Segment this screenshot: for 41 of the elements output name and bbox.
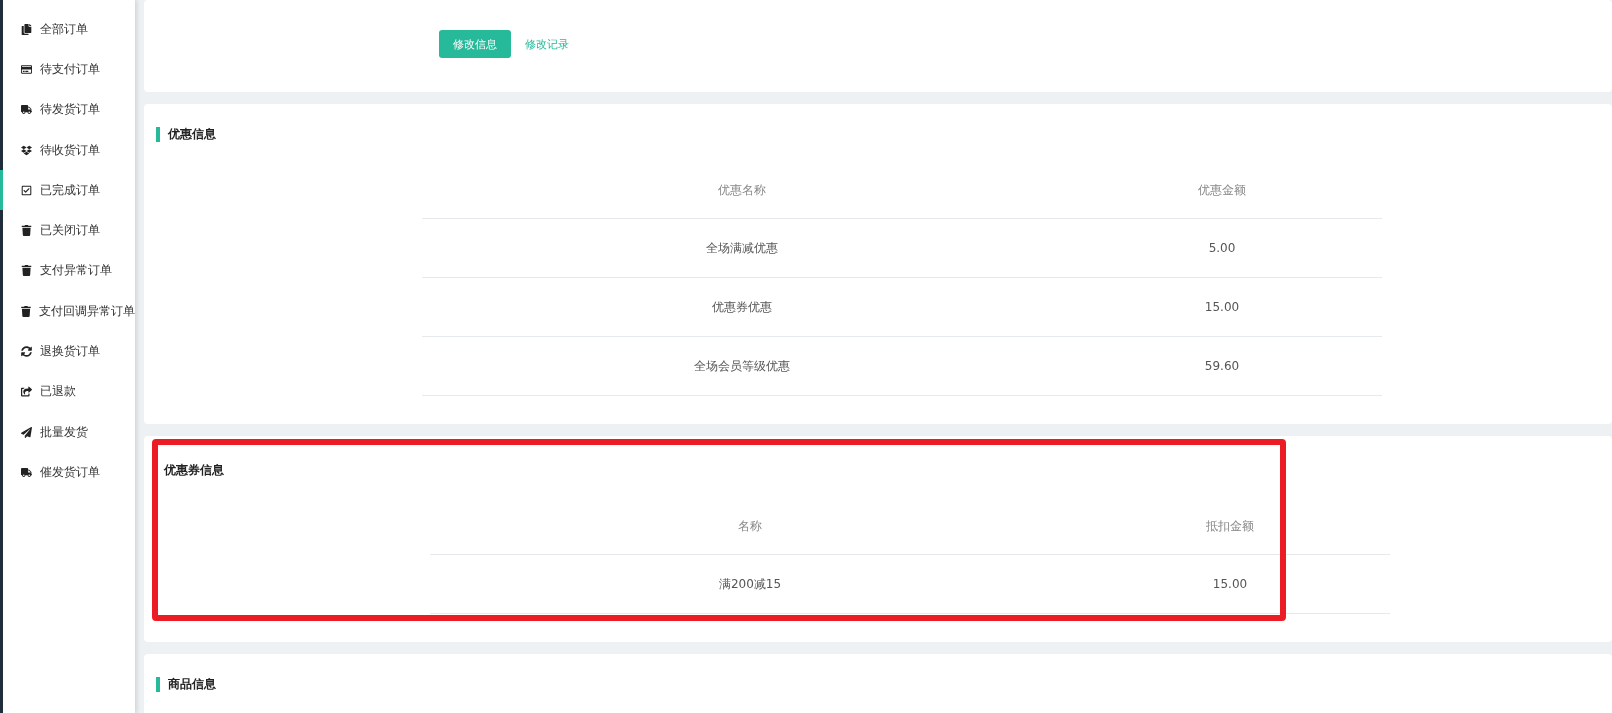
sidebar-item[interactable]: 待支付订单 <box>0 49 135 90</box>
accent-bar <box>156 676 160 692</box>
bin-icon <box>21 265 32 277</box>
accent-bar <box>156 126 160 142</box>
sidebar-item[interactable]: 已完成订单 <box>0 170 135 211</box>
sidebar-item[interactable]: 已退款 <box>0 371 135 412</box>
sidebar-item[interactable]: 待收货订单 <box>0 129 135 171</box>
table-cell-text: 全场满减优惠 <box>705 239 779 257</box>
bin-icon <box>21 305 31 317</box>
section-title: 优惠信息 <box>168 125 216 143</box>
sidebar-item[interactable]: 待发货订单 <box>0 89 135 130</box>
table-cell-text: 全场会员等级优惠 <box>693 357 791 375</box>
table-cell-text: 优惠券优惠 <box>711 298 773 316</box>
share-icon <box>21 386 32 398</box>
paper-plane-icon <box>21 426 32 438</box>
sidebar-item[interactable]: 支付异常订单 <box>0 250 135 292</box>
table-cell-text: 15.00 <box>1211 577 1249 591</box>
section-title: 商品信息 <box>168 675 216 693</box>
documents-icon <box>21 23 32 35</box>
credit-card-icon <box>21 63 32 75</box>
truck-icon <box>21 466 32 478</box>
column-header: 名称 <box>737 517 763 535</box>
table-cell-text: 满200减15 <box>717 575 783 593</box>
table-cell-text: 59.60 <box>1203 359 1241 373</box>
refresh-icon <box>21 346 32 357</box>
sidebar-item[interactable]: 批量发货 <box>0 411 135 453</box>
column-header: 优惠名称 <box>717 181 767 199</box>
sidebar-item[interactable]: 催发货订单 <box>0 452 135 493</box>
truck-icon <box>21 104 32 116</box>
column-header: 优惠金额 <box>1197 181 1247 199</box>
sidebar-item[interactable]: 已关闭订单 <box>0 210 135 251</box>
section-title: 优惠券信息 <box>164 461 224 479</box>
table-cell-text: 5.00 <box>1207 241 1237 255</box>
sidebar-item[interactable]: 支付回调异常订单 <box>0 291 135 332</box>
sidebar-item[interactable]: 全部订单 <box>0 9 135 50</box>
checkbox-icon <box>21 184 32 196</box>
sidebar-item[interactable]: 退换货订单 <box>0 331 135 372</box>
table-cell-text: 15.00 <box>1203 300 1241 314</box>
box-icon <box>21 144 32 156</box>
bin-icon <box>21 225 32 237</box>
column-header: 抵扣金额 <box>1205 517 1255 535</box>
